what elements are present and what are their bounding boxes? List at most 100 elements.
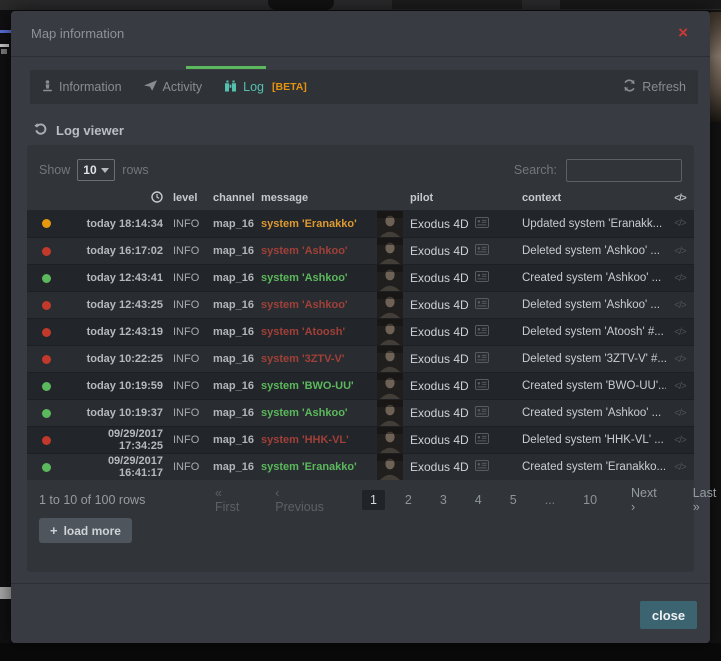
pagination-page-1[interactable]: 1 xyxy=(362,490,385,510)
id-card-icon xyxy=(475,325,489,339)
row-code-icon[interactable]: </> xyxy=(666,435,694,446)
row-code-icon[interactable]: </> xyxy=(666,408,694,419)
pagination-page-4[interactable]: 4 xyxy=(467,491,490,509)
load-more-button[interactable]: + load more xyxy=(39,518,132,543)
row-channel: map_16 xyxy=(213,272,261,284)
pagination-first[interactable]: « First xyxy=(207,484,247,516)
pilot-name: Exodus 4D xyxy=(410,379,469,393)
row-code-icon[interactable]: </> xyxy=(666,300,694,311)
background-decoration xyxy=(0,44,9,47)
pagination-previous[interactable]: ‹ Previous xyxy=(267,484,332,516)
tab-label: Activity xyxy=(163,80,203,94)
search-label: Search: xyxy=(514,163,557,177)
tab-information[interactable]: Information xyxy=(42,80,122,95)
pilot-name: Exodus 4D xyxy=(410,298,469,312)
table-row[interactable]: today 10:22:25 INFO map_16 system '3ZTV-… xyxy=(27,345,694,372)
pagination-last[interactable]: Last » xyxy=(685,484,721,516)
row-code-icon[interactable]: </> xyxy=(666,354,694,365)
tab-log[interactable]: Log [BETA] xyxy=(224,80,307,95)
row-code-icon[interactable]: </> xyxy=(666,327,694,338)
row-pilot[interactable]: Exodus 4D xyxy=(404,244,522,258)
column-header-message[interactable]: message xyxy=(261,192,377,204)
column-header-pilot[interactable]: pilot xyxy=(404,192,522,204)
row-pilot[interactable]: Exodus 4D xyxy=(404,271,522,285)
clock-icon xyxy=(151,194,163,206)
row-message: system 'Atoosh' xyxy=(261,326,377,338)
row-code-icon[interactable]: </> xyxy=(666,273,694,284)
row-context: Deleted system 'Ashkoo' ... xyxy=(522,245,666,257)
time-column-header[interactable] xyxy=(65,191,163,206)
refresh-button[interactable]: Refresh xyxy=(623,79,686,95)
pilot-name: Exodus 4D xyxy=(410,325,469,339)
rows-label: rows xyxy=(122,163,148,177)
pilot-name: Exodus 4D xyxy=(410,271,469,285)
row-channel: map_16 xyxy=(213,326,261,338)
row-pilot[interactable]: Exodus 4D xyxy=(404,217,522,231)
column-header-level[interactable]: level xyxy=(173,192,213,204)
page-size-control: Show 10 rows xyxy=(39,159,149,181)
table-header-row: level channel message pilot context </> xyxy=(27,186,694,210)
row-level: INFO xyxy=(173,245,213,257)
row-code-icon[interactable]: </> xyxy=(666,381,694,392)
row-time: 09/29/2017 16:41:17 xyxy=(65,455,163,479)
table-row[interactable]: today 12:43:19 INFO map_16 system 'Atoos… xyxy=(27,318,694,345)
page-size-select[interactable]: 10 xyxy=(77,159,115,181)
row-time: today 16:17:02 xyxy=(65,245,163,257)
table-row[interactable]: today 18:14:34 INFO map_16 system 'Erana… xyxy=(27,210,694,237)
binoculars-icon xyxy=(224,80,237,95)
row-pilot[interactable]: Exodus 4D xyxy=(404,298,522,312)
column-header-context[interactable]: context xyxy=(522,192,666,204)
column-header-channel[interactable]: channel xyxy=(213,192,261,204)
row-context: Created system 'Ashkoo' ... xyxy=(522,272,666,284)
table-row[interactable]: 09/29/2017 16:41:17 INFO map_16 system '… xyxy=(27,453,694,480)
row-time: 09/29/2017 17:34:25 xyxy=(65,428,163,452)
row-context: Deleted system 'Ashkoo' ... xyxy=(522,299,666,311)
pagination-page-5[interactable]: 5 xyxy=(502,491,525,509)
row-channel: map_16 xyxy=(213,461,261,473)
status-dot xyxy=(27,328,65,337)
tab-bar: Information Activity Log [BETA] xyxy=(30,70,698,104)
table-row[interactable]: today 16:17:02 INFO map_16 system 'Ashko… xyxy=(27,237,694,264)
table-row[interactable]: today 10:19:59 INFO map_16 system 'BWO-U… xyxy=(27,372,694,399)
table-controls: Show 10 rows Search: xyxy=(27,145,694,182)
table-row[interactable]: today 12:43:41 INFO map_16 system 'Ashko… xyxy=(27,264,694,291)
row-code-icon[interactable]: </> xyxy=(666,246,694,257)
row-level: INFO xyxy=(173,218,213,230)
plane-icon xyxy=(144,80,157,94)
background-decoration xyxy=(0,587,11,599)
table-row[interactable]: 09/29/2017 17:34:25 INFO map_16 system '… xyxy=(27,426,694,453)
row-pilot[interactable]: Exodus 4D xyxy=(404,406,522,420)
row-message: system 'Ashkoo' xyxy=(261,407,377,419)
close-button[interactable]: close xyxy=(640,601,697,629)
table-row[interactable]: today 12:43:25 INFO map_16 system 'Ashko… xyxy=(27,291,694,318)
row-channel: map_16 xyxy=(213,245,261,257)
table-row[interactable]: today 10:19:37 INFO map_16 system 'Ashko… xyxy=(27,399,694,426)
row-code-icon[interactable]: </> xyxy=(666,218,694,229)
row-pilot[interactable]: Exodus 4D xyxy=(404,460,522,474)
search-input[interactable] xyxy=(566,159,682,182)
row-pilot[interactable]: Exodus 4D xyxy=(404,433,522,447)
background-bottom-strip xyxy=(0,643,721,661)
dialog-header: Map information × xyxy=(11,11,710,57)
background-left-strip xyxy=(0,10,11,661)
pagination-page-10[interactable]: 10 xyxy=(575,491,605,509)
id-card-icon xyxy=(475,460,489,474)
row-code-icon[interactable]: </> xyxy=(666,462,694,473)
id-card-icon xyxy=(475,379,489,393)
tab-activity[interactable]: Activity xyxy=(144,80,203,94)
row-pilot[interactable]: Exodus 4D xyxy=(404,325,522,339)
row-pilot[interactable]: Exodus 4D xyxy=(404,379,522,393)
row-message: system 'BWO-UU' xyxy=(261,380,377,392)
history-icon xyxy=(33,122,48,139)
show-label: Show xyxy=(39,163,70,177)
pagination-next[interactable]: Next › xyxy=(623,484,665,516)
dialog-close-icon[interactable]: × xyxy=(678,24,688,41)
pagination-page-3[interactable]: 3 xyxy=(432,491,455,509)
pilot-name: Exodus 4D xyxy=(410,352,469,366)
pagination-page-2[interactable]: 2 xyxy=(397,491,420,509)
row-pilot[interactable]: Exodus 4D xyxy=(404,352,522,366)
status-dot xyxy=(27,301,65,310)
pilot-avatar xyxy=(377,454,404,480)
tab-label: Information xyxy=(59,80,122,94)
row-context: Updated system 'Eranakk... xyxy=(522,218,666,230)
